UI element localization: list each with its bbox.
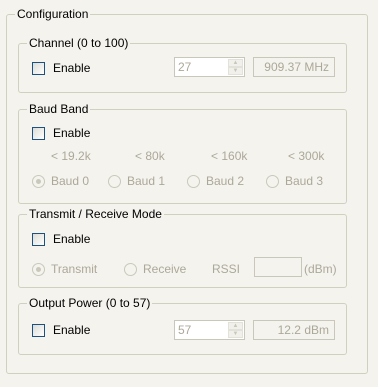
baud-enable-checkbox-row[interactable]: Enable [32, 125, 90, 141]
channel-enable-checkbox[interactable] [32, 61, 45, 75]
power-spin-box[interactable]: 57 ▲ ▼ [174, 320, 245, 340]
baud0-radio[interactable] [32, 174, 45, 188]
rssi-unit-label: (dBm) [304, 262, 337, 276]
receive-radio-row[interactable]: Receive [124, 262, 186, 276]
output-power-legend: Output Power (0 to 57) [27, 296, 153, 310]
spin-down-icon[interactable]: ▼ [228, 67, 243, 75]
transmit-radio[interactable] [32, 262, 45, 276]
baud2-radio[interactable] [187, 174, 200, 188]
receive-label: Receive [143, 262, 187, 276]
rssi-label: RSSI [212, 262, 241, 276]
channel-legend: Channel (0 to 100) [27, 36, 131, 50]
channel-spin-box[interactable]: 27 ▲ ▼ [174, 57, 245, 77]
channel-frequency-field: 909.37 MHz [253, 57, 335, 77]
baud1-radio-row[interactable]: Baud 1 [108, 174, 165, 188]
baud2-radio-row[interactable]: Baud 2 [187, 174, 244, 188]
mode-enable-label: Enable [53, 232, 91, 246]
spin-up-icon[interactable]: ▲ [228, 322, 243, 330]
transmit-radio-row[interactable]: Transmit [32, 262, 97, 276]
channel-enable-checkbox-row[interactable]: Enable [32, 60, 90, 76]
baud1-label: Baud 1 [127, 174, 166, 188]
spin-up-icon[interactable]: ▲ [228, 59, 243, 67]
channel-spin-value: 27 [178, 60, 192, 74]
rate-label-1: < 80k [135, 149, 165, 163]
rate-label-0: < 19.2k [51, 149, 91, 163]
baud1-radio[interactable] [108, 174, 121, 188]
baud3-label: Baud 3 [285, 174, 324, 188]
power-dbm-field: 12.2 dBm [253, 320, 335, 340]
rssi-field [254, 257, 302, 277]
power-spin-value: 57 [178, 323, 192, 337]
configuration-legend: Configuration [15, 7, 91, 21]
baud0-label: Baud 0 [51, 174, 90, 188]
baud-enable-label: Enable [53, 126, 91, 140]
baud-band-legend: Baud Band [27, 102, 91, 116]
power-enable-checkbox[interactable] [32, 323, 45, 337]
baud-enable-checkbox[interactable] [32, 126, 45, 140]
rate-label-3: < 300k [288, 149, 325, 163]
power-enable-label: Enable [53, 323, 91, 337]
power-enable-checkbox-row[interactable]: Enable [32, 322, 90, 338]
mode-enable-checkbox[interactable] [32, 232, 45, 246]
baud2-label: Baud 2 [206, 174, 245, 188]
baud0-radio-row[interactable]: Baud 0 [32, 174, 89, 188]
mode-legend: Transmit / Receive Mode [27, 207, 164, 221]
channel-enable-label: Enable [53, 61, 91, 75]
mode-enable-checkbox-row[interactable]: Enable [32, 231, 90, 247]
baud3-radio[interactable] [266, 174, 279, 188]
transmit-label: Transmit [51, 262, 98, 276]
rate-label-2: < 160k [211, 149, 248, 163]
baud3-radio-row[interactable]: Baud 3 [266, 174, 323, 188]
receive-radio[interactable] [124, 262, 137, 276]
spin-down-icon[interactable]: ▼ [228, 330, 243, 338]
